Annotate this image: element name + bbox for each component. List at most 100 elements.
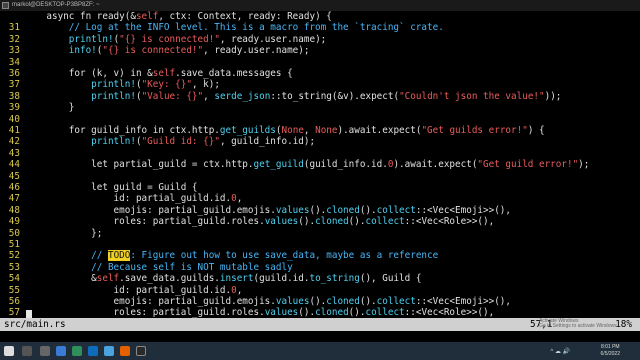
code-token: values (264, 307, 299, 319)
system-tray-icons[interactable]: ^ ☁ 🔊 (550, 348, 570, 355)
code-line[interactable]: 56 emojis: partial_guild.emojis.values()… (0, 296, 640, 307)
code-line[interactable]: 38 println!("Value: {}", serde_json::to_… (0, 91, 640, 102)
code-token: collect (365, 216, 405, 228)
code-line[interactable]: 31 // Log at the INFO level. This is a m… (0, 22, 640, 33)
code-token: println! (24, 90, 136, 102)
code-token: println! (24, 136, 136, 148)
clock-date: 6/5/2022 (600, 351, 620, 357)
code-token: async fn ready(& (24, 11, 136, 22)
widgets-icon[interactable] (56, 346, 66, 356)
system-clock[interactable]: 8:01 PM 6/5/2022 (601, 344, 620, 358)
code-token: , ctx: Context, ready: Ready) { (158, 11, 332, 22)
line-number: 40 (8, 113, 20, 125)
code-line[interactable]: 47 id: partial_guild.id.0, (0, 193, 640, 204)
code-line[interactable]: 49 roles: partial_guild.roles.values().c… (0, 216, 640, 227)
edge-browser-icon[interactable] (72, 346, 82, 356)
code-text: for (k, v) in &self.save_data.messages { (24, 68, 293, 79)
code-line[interactable]: 36 for (k, v) in &self.save_data.message… (0, 68, 640, 79)
window-titlebar[interactable]: markol@DESKTOP-P3BP8ZF: ~ (0, 0, 640, 11)
file-explorer-icon[interactable] (88, 346, 98, 356)
line-number: 44 (8, 159, 20, 171)
terminal-icon (2, 2, 9, 9)
code-token: to_string (309, 273, 360, 285)
firefox-icon[interactable] (120, 346, 130, 356)
code-token: , (203, 90, 215, 102)
code-line[interactable]: 32 println!("{} is connected!", ready.us… (0, 34, 640, 45)
line-number: 32 (8, 33, 20, 45)
code-line[interactable]: 52 // TODO: Figure out how to use save_d… (0, 250, 640, 262)
code-token: serde_json (214, 90, 271, 102)
code-text: // TODO: Figure out how to use save_data… (24, 250, 438, 262)
code-line[interactable]: 40 (0, 114, 640, 125)
line-number: 54 (8, 273, 20, 285)
code-line[interactable]: 53 // Because self is NOT mutable sadly (0, 262, 640, 273)
code-line[interactable]: 33 info!("{} is connected!", ready.user.… (0, 45, 640, 56)
code-token: ) { (527, 125, 545, 136)
code-token: } (24, 102, 75, 114)
line-number: 46 (8, 182, 20, 193)
code-line[interactable]: 46 let guild = Guild { (0, 182, 640, 193)
code-line[interactable]: 45 (0, 171, 640, 182)
code-line[interactable]: 42 println!("Guild id: {}", guild_info.i… (0, 136, 640, 147)
code-text: }; (24, 228, 102, 239)
code-text: let guild = Guild { (24, 182, 197, 193)
line-number: 34 (8, 56, 20, 68)
terminal-taskbar-icon[interactable] (136, 346, 146, 356)
code-token: values (264, 216, 299, 228)
code-token: // (24, 250, 108, 262)
activate-windows-watermark: Activate Windows Go to Settings to activ… (539, 319, 618, 329)
code-token: .save_data.guilds. (119, 273, 220, 285)
line-number: 43 (8, 147, 20, 159)
code-token: , k); (191, 79, 220, 91)
code-line[interactable]: 34 (0, 57, 640, 68)
code-line[interactable]: 43 (0, 148, 640, 159)
code-line[interactable]: async fn ready(&self, ctx: Context, read… (0, 11, 640, 22)
code-token: insert (219, 273, 254, 285)
code-token: "Get guild error!" (477, 159, 579, 171)
line-number: 37 (8, 79, 20, 91)
code-token: values (275, 296, 310, 307)
code-token: (). (348, 216, 366, 228)
store-icon[interactable] (104, 346, 114, 356)
editor-code-area[interactable]: async fn ready(&self, ctx: Context, read… (0, 11, 640, 319)
code-token: (). (309, 204, 327, 216)
code-token: (). (309, 296, 327, 307)
code-line[interactable]: 39 } (0, 102, 640, 113)
code-text: println!("{} is connected!", ready.user.… (24, 34, 327, 45)
code-token: self (135, 11, 159, 22)
start-button-icon[interactable] (4, 346, 14, 356)
code-text: println!("Key: {}", k); (24, 79, 220, 90)
vim-command-line[interactable] (0, 331, 640, 340)
code-token: println! (24, 79, 136, 91)
line-number: 55 (8, 284, 20, 296)
search-icon[interactable] (22, 346, 32, 356)
code-line[interactable]: 51 (0, 239, 640, 250)
code-line[interactable]: 54 &self.save_data.guilds.insert(guild.i… (0, 273, 640, 284)
code-token: "Value: {}" (141, 90, 204, 102)
code-token: ::<Vec<Emoji>>(), (415, 296, 511, 307)
code-token: cloned (315, 307, 349, 319)
line-number: 48 (8, 204, 20, 216)
code-line[interactable]: 55 id: partial_guild.id.0, (0, 285, 640, 296)
code-token: // Because self is NOT mutable sadly (24, 261, 293, 273)
code-token: ); (578, 159, 590, 171)
code-line[interactable]: 37 println!("Key: {}", k); (0, 79, 640, 90)
code-text: roles: partial_guild.roles.values().clon… (24, 216, 495, 228)
code-line[interactable]: 44 let partial_guild = ctx.http.get_guil… (0, 159, 640, 170)
code-token: info! (24, 45, 97, 57)
line-number: 52 (8, 250, 20, 262)
code-token: }; (24, 227, 103, 239)
code-text: emojis: partial_guild.emojis.values().cl… (24, 296, 511, 307)
windows-taskbar: ^ ☁ 🔊 8:01 PM 6/5/2022 (0, 342, 640, 360)
code-token: (guild_info.id. (303, 159, 388, 171)
task-view-icon[interactable] (40, 346, 50, 356)
code-token: collect (376, 296, 416, 307)
code-token: values (275, 204, 310, 216)
code-token: (). (298, 216, 316, 228)
code-line[interactable]: 48 emojis: partial_guild.emojis.values()… (0, 205, 640, 216)
code-line[interactable]: 50 }; (0, 228, 640, 239)
code-token: , (236, 193, 243, 205)
code-token: ).await.expect( (337, 125, 422, 136)
code-line[interactable]: 41 for guild_info in ctx.http.get_guilds… (0, 125, 640, 136)
line-number: 31 (8, 22, 20, 34)
